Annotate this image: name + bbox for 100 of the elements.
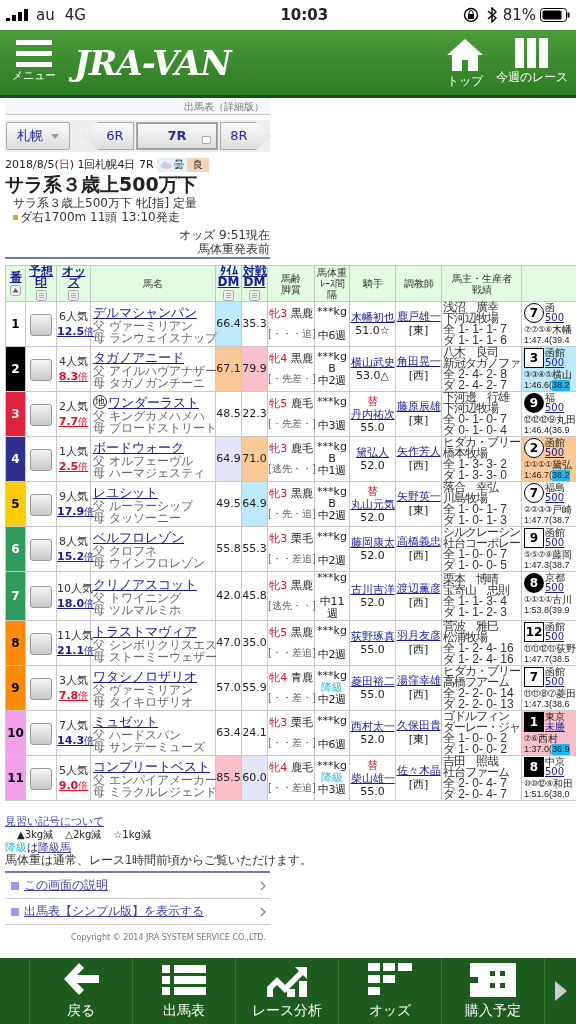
bottom-nav-button[interactable]: レース分析 [236, 958, 339, 1024]
next-arrow-icon[interactable] [554, 981, 567, 1001]
header-nav-button[interactable]: トップ [446, 37, 484, 88]
trainer-link[interactable]: 藤原辰雄 [396, 400, 441, 413]
trainer-link[interactable]: 久保田貴 [396, 719, 441, 732]
odds-link[interactable]: 15.2倍 [57, 550, 95, 563]
trainer-link[interactable]: 渡辺薫彦 [396, 582, 441, 595]
sort-icon[interactable] [223, 290, 234, 301]
menu-button[interactable]: メニュー [8, 40, 60, 85]
jockey-link[interactable]: 柴山雄一 [350, 771, 395, 785]
sire: 父 オルフェーヴル [93, 455, 194, 467]
jockey-link[interactable]: 藤岡康太 [350, 536, 395, 549]
jockey-link[interactable]: 黛弘人 [356, 446, 389, 459]
last-race-link[interactable]: 500 [545, 358, 565, 368]
blinker: B [327, 363, 337, 375]
prediction-mark-button[interactable] [30, 403, 52, 426]
jockey-link[interactable]: 横山武史 [350, 356, 395, 369]
jockey-link[interactable]: 菱田裕二 [350, 675, 395, 688]
last-race-link[interactable]: 500 [545, 313, 565, 323]
last-race-link[interactable]: 500 [545, 767, 565, 777]
jockey-link[interactable]: 荻野琢真 [350, 630, 395, 643]
odds-link[interactable]: 9.0倍 [58, 779, 89, 792]
trainer-link[interactable]: 羽月友彦 [396, 629, 441, 642]
horse-name-link[interactable]: コンプリートベスト [93, 757, 210, 775]
prediction-mark-button[interactable] [30, 493, 52, 516]
odds-link[interactable]: 8.3倍 [58, 370, 89, 383]
horse-name-link[interactable]: ワタシノロザリオ [93, 667, 197, 685]
trainer-link[interactable]: 矢作芳人 [396, 445, 441, 458]
odds-link[interactable]: 17.9倍 [57, 505, 95, 518]
prediction-mark-button[interactable] [30, 448, 52, 471]
jockey-link[interactable]: 木幡初也 [350, 311, 395, 324]
trainer-link[interactable]: 角田晃一 [396, 355, 441, 368]
trainer-link[interactable]: 佐々木晶 [396, 764, 441, 777]
horse-name-link[interactable]: クリノアスコット [93, 575, 197, 593]
last-race-link[interactable]: 500 [545, 538, 565, 548]
info-link[interactable]: この画面の説明 [5, 873, 270, 899]
last-race-link[interactable]: 500 [545, 583, 565, 593]
race-tab[interactable]: 6R [84, 122, 134, 150]
running-style: [・・差追] [268, 781, 314, 795]
sire: 父 ルーラーシップ [93, 500, 195, 512]
apprentice-marks-link[interactable]: 見習い記号について [5, 815, 104, 828]
jockey-link[interactable]: 西村太一 [350, 720, 395, 733]
odds-link[interactable]: 14.3倍 [57, 734, 95, 747]
trainer-link[interactable]: 湯窪幸雄 [396, 674, 441, 687]
odds-link[interactable]: 21.1倍 [57, 644, 95, 657]
trainer-link[interactable]: 高橋義忠 [396, 535, 441, 548]
weekday: 日 [58, 158, 70, 172]
odds-link[interactable]: 2.5倍 [58, 460, 89, 473]
horse-name-link[interactable]: デルマシャンパン [93, 303, 197, 321]
last-race-link[interactable]: 500 [545, 632, 565, 642]
last-race-link[interactable]: 未勝 [545, 722, 565, 732]
bottom-nav-button[interactable]: オッズ [339, 958, 442, 1024]
odds-link[interactable]: 18.0倍 [57, 597, 95, 610]
demoted-link[interactable]: 降級馬 [38, 841, 71, 854]
odds-link[interactable]: 7.7倍 [58, 415, 89, 428]
info-link[interactable]: 出馬表【シンプル版】を表示する [5, 899, 270, 925]
last-race-link[interactable]: 500 [545, 493, 565, 503]
bottom-nav-button[interactable]: 購入予定 [442, 958, 545, 1024]
race-tab[interactable]: 7R [136, 122, 218, 150]
prediction-mark-button[interactable] [30, 538, 52, 561]
last-race-venue: 京都 [545, 573, 565, 583]
breeder: 下河辺牧場 [443, 313, 500, 324]
horse-name-link[interactable]: ミュゼット [93, 712, 158, 730]
running-style: [・・差追] [268, 552, 314, 566]
jockey-link[interactable]: 丹内祐次 [350, 407, 395, 421]
trainer-link[interactable]: 鹿戸雄一 [396, 310, 441, 323]
odds-link[interactable]: 12.5倍 [57, 325, 95, 338]
jockey-link[interactable]: 丸山元気 [350, 497, 395, 511]
sort-icon[interactable] [35, 290, 47, 301]
prediction-mark-button[interactable] [30, 722, 52, 745]
horse-name-link[interactable]: ワンダーラスト [108, 393, 199, 411]
prediction-mark-button[interactable] [30, 677, 52, 700]
record-total: 全 1- 0- 1- 7 [443, 504, 509, 515]
horse-name-link[interactable]: レユシット [93, 483, 158, 501]
odds-link[interactable]: 7.8倍 [58, 689, 89, 702]
last-race-link[interactable]: 500 [545, 448, 565, 458]
race-tab[interactable]: 8R [220, 122, 270, 150]
venue-dropdown[interactable]: 札幌 [6, 122, 70, 150]
sort-icon[interactable] [249, 290, 260, 301]
last-race-link[interactable]: 500 [545, 403, 565, 413]
horse-name-link[interactable]: ボードウォーク [93, 438, 184, 456]
prediction-mark-button[interactable] [30, 313, 52, 336]
sort-up-icon[interactable] [10, 284, 21, 296]
running-style: [逃先・・] [268, 599, 314, 613]
bottom-nav-button[interactable]: 出馬表 [133, 958, 236, 1024]
prediction-mark-button[interactable] [30, 358, 52, 381]
horse-name-link[interactable]: ベルフロレゾン [93, 528, 184, 546]
race-interval: 中11週 [318, 596, 346, 620]
last-race-link[interactable]: 500 [545, 677, 565, 687]
prediction-mark-button[interactable] [30, 767, 52, 790]
header-nav-button[interactable]: 今週のレース [496, 37, 568, 88]
prediction-mark-button[interactable] [30, 585, 52, 608]
jockey-link[interactable]: 古川吉洋 [350, 583, 395, 596]
bottom-nav-button[interactable]: 戻る [30, 958, 133, 1024]
horse-name-link[interactable]: トラストマヴィア [93, 622, 197, 640]
sort-icon[interactable] [68, 290, 79, 301]
last-3f-time: 38.0 [552, 789, 570, 800]
horse-name-link[interactable]: タガノアニード [93, 348, 184, 366]
trainer-link[interactable]: 矢野英一 [396, 490, 441, 503]
prediction-mark-button[interactable] [30, 632, 52, 655]
